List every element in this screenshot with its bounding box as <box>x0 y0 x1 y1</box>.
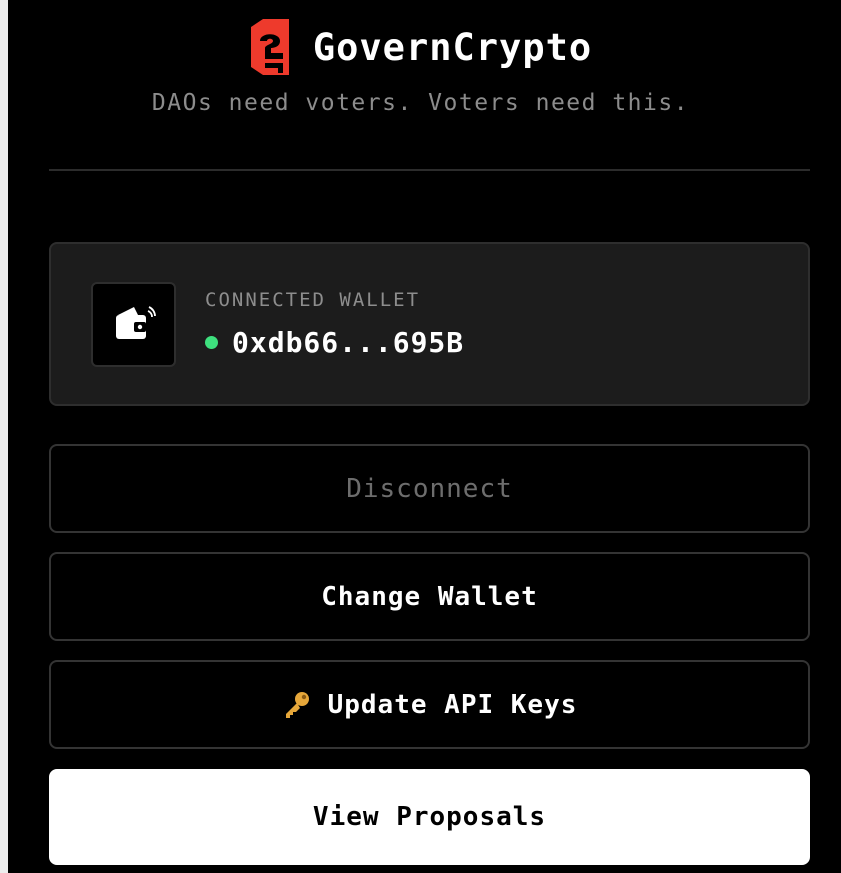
connected-status-dot <box>205 336 218 349</box>
govern-logo-icon <box>249 17 291 77</box>
brand: GovernCrypto <box>0 14 841 80</box>
update-api-keys-label: Update API Keys <box>327 689 578 720</box>
header: GovernCrypto DAOs need voters. Voters ne… <box>0 14 841 116</box>
header-divider <box>49 169 810 171</box>
disconnect-label: Disconnect <box>346 473 513 504</box>
wallet-address-row: 0xdb66...695B <box>205 326 464 359</box>
wallet-label: CONNECTED WALLET <box>205 289 421 311</box>
connected-wallet-card: CONNECTED WALLET 0xdb66...695B <box>49 242 810 406</box>
tagline: DAOs need voters. Voters need this. <box>151 90 690 116</box>
view-proposals-label: View Proposals <box>312 802 547 832</box>
view-proposals-button[interactable]: View Proposals <box>49 769 810 865</box>
wallet-address: 0xdb66...695B <box>232 326 465 359</box>
wallet-icon-box <box>91 282 176 367</box>
change-wallet-label: Change Wallet <box>321 581 538 612</box>
change-wallet-button[interactable]: Change Wallet <box>49 552 810 641</box>
key-icon <box>282 690 312 720</box>
update-api-keys-button[interactable]: Update API Keys <box>49 660 810 749</box>
wallet-icon <box>112 303 156 347</box>
app-title: GovernCrypto <box>312 25 593 69</box>
disconnect-button[interactable]: Disconnect <box>49 444 810 533</box>
window-edge <box>0 0 8 873</box>
